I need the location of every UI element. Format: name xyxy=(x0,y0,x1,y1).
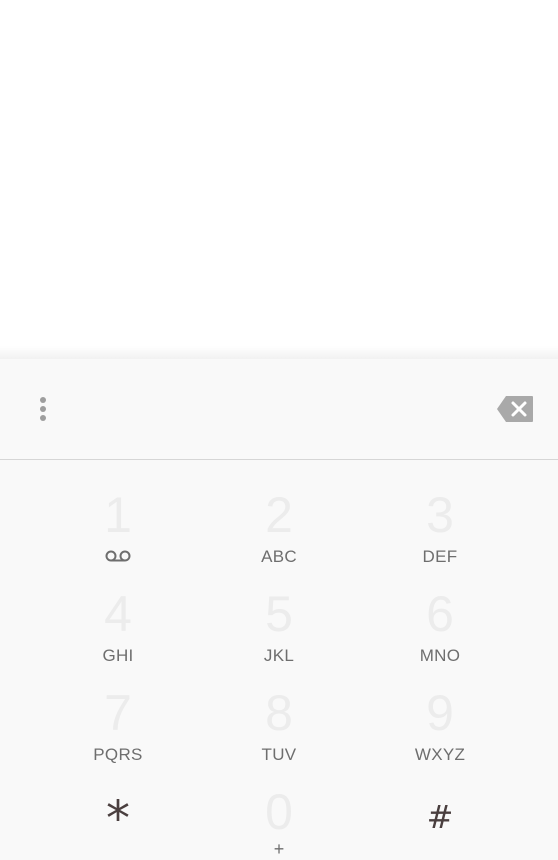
digits-field[interactable] xyxy=(80,389,474,431)
keypad: 1 2 ABC 3 DEF 4 GHI 5 JKL 6 MNO 7 PQRS 8… xyxy=(0,460,558,860)
backspace-button[interactable] xyxy=(490,389,540,429)
key-pound[interactable]: # xyxy=(360,757,520,860)
key-7[interactable]: 7 PQRS xyxy=(38,658,198,764)
key-star[interactable]: * xyxy=(38,757,198,860)
backspace-icon xyxy=(497,396,533,422)
key-digit: 2 xyxy=(265,487,293,543)
key-digit: 6 xyxy=(426,586,454,642)
key-symbol: * xyxy=(106,791,130,847)
dialer-shadow xyxy=(0,346,558,360)
digits-bar xyxy=(0,359,558,460)
key-digit: 5 xyxy=(265,586,293,642)
key-3[interactable]: 3 DEF xyxy=(360,460,520,566)
more-vert-icon xyxy=(40,397,46,403)
key-5[interactable]: 5 JKL xyxy=(199,559,359,665)
key-digit: 3 xyxy=(426,487,454,543)
key-digit: 0 xyxy=(265,784,293,840)
key-6[interactable]: 6 MNO xyxy=(360,559,520,665)
key-letters: + xyxy=(273,839,285,859)
key-8[interactable]: 8 TUV xyxy=(199,658,359,764)
more-vert-icon-dot xyxy=(40,406,46,412)
key-1[interactable]: 1 xyxy=(38,460,198,562)
key-digit: 1 xyxy=(104,487,132,543)
key-digit: 9 xyxy=(426,685,454,741)
key-symbol: # xyxy=(426,798,454,836)
key-2[interactable]: 2 ABC xyxy=(199,460,359,566)
dialpad-panel: 1 2 ABC 3 DEF 4 GHI 5 JKL 6 MNO 7 PQRS 8… xyxy=(0,359,558,860)
key-digit: 7 xyxy=(104,685,132,741)
key-0[interactable]: 0 + xyxy=(199,757,359,860)
dialer-screen: 1 2 ABC 3 DEF 4 GHI 5 JKL 6 MNO 7 PQRS 8… xyxy=(0,0,558,860)
key-4[interactable]: 4 GHI xyxy=(38,559,198,665)
key-9[interactable]: 9 WXYZ xyxy=(360,658,520,764)
key-digit: 4 xyxy=(104,586,132,642)
call-log-area xyxy=(0,0,558,356)
more-options-button[interactable] xyxy=(23,389,63,429)
key-digit: 8 xyxy=(265,685,293,741)
more-vert-icon-dot xyxy=(40,415,46,421)
